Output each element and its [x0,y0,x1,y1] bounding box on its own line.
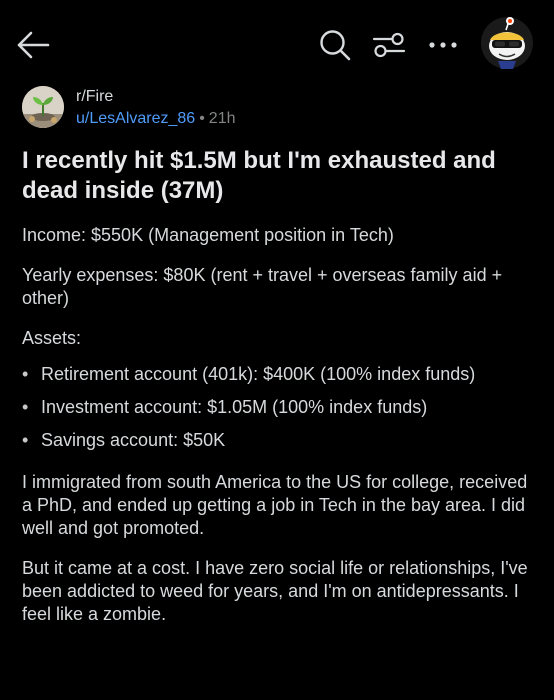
snoo-avatar-icon [481,17,533,69]
subreddit-name[interactable]: r/Fire [76,88,113,106]
body-paragraph-1: I immigrated from south America to the U… [22,472,528,538]
author-link[interactable]: u/LesAlvarez_86 [76,110,195,127]
filter-sliders-icon [372,32,406,58]
back-button[interactable] [10,22,56,68]
more-horizontal-icon [429,42,457,48]
top-bar [0,0,554,88]
more-options-button[interactable] [420,22,466,68]
post-header: r/Fire u/LesAlvarez_86 • 21h [22,86,532,136]
filter-button[interactable] [366,22,412,68]
post-title: I recently hit $1.5M but I'm exhausted a… [22,147,496,204]
list-item: Investment account: $1.05M (100% index f… [22,396,536,419]
sprout-icon [22,86,64,128]
income-line: Income: $550K (Management position in Te… [22,225,394,245]
assets-list: Retirement account (401k): $400K (100% i… [22,363,536,452]
arrow-left-icon [17,31,50,59]
subreddit-avatar[interactable] [22,86,64,128]
meta-separator: • [199,110,205,127]
expenses-line: Yearly expenses: $80K (rent + travel + o… [22,265,503,308]
list-item: Retirement account (401k): $400K (100% i… [22,363,536,386]
user-avatar-button[interactable] [480,16,534,70]
list-item: Savings account: $50K [22,429,536,452]
post-age: 21h [208,110,236,127]
body-paragraph-2: But it came at a cost. I have zero socia… [22,558,528,624]
post-meta: u/LesAlvarez_86 • 21h [76,110,236,128]
post-body: Income: $550K (Management position in Te… [22,224,536,643]
assets-heading: Assets: [22,328,82,348]
search-button[interactable] [312,22,358,68]
search-icon [320,30,351,61]
